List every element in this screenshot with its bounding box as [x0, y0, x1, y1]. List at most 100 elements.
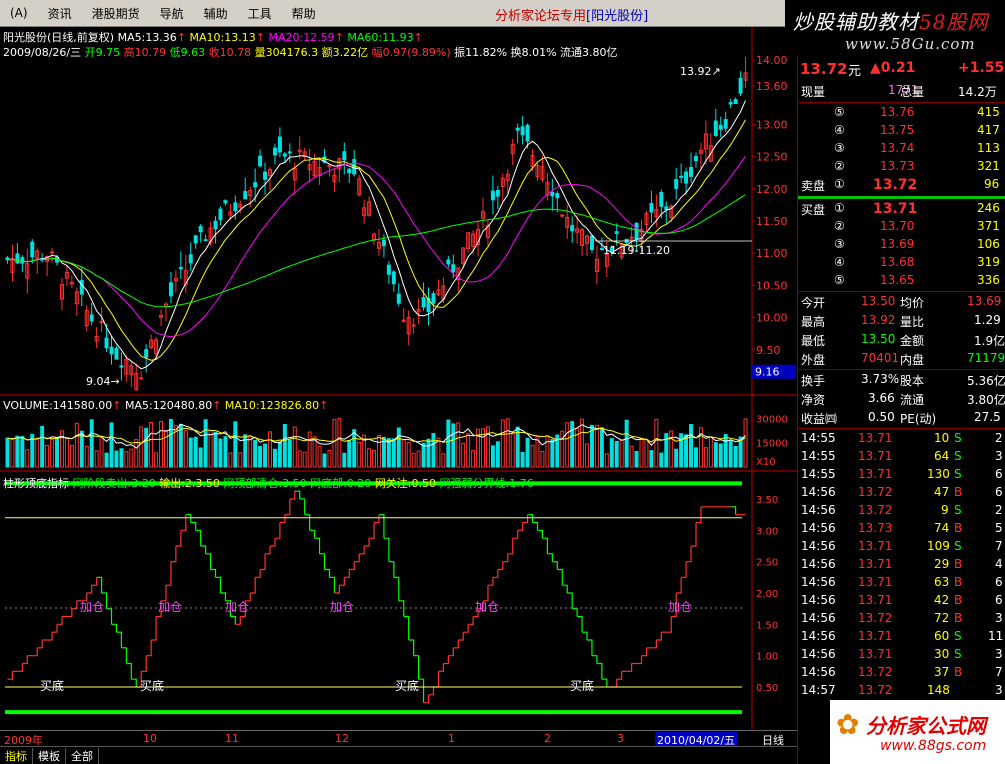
menu-item-navigation[interactable]: 导航	[150, 5, 194, 22]
indicator-tick-label: 1.50	[756, 620, 778, 631]
buy-price: 13.65	[880, 273, 915, 287]
sell-price: 13.75	[880, 123, 915, 137]
menu-item-tools[interactable]: 工具	[238, 5, 282, 22]
volume-bar	[411, 452, 416, 468]
indicator-step	[299, 498, 306, 515]
volume-bar	[619, 439, 624, 468]
volume-bar	[525, 437, 530, 468]
tick-direction: B	[954, 611, 963, 625]
volume-bar	[723, 434, 728, 468]
price-tick-label: 11.50	[756, 215, 788, 228]
menu-item-a[interactable]: (A)	[0, 6, 38, 20]
indicator-step	[141, 655, 147, 672]
kline-chart[interactable]: 14.00 13.60 13.00 12.50 12.00 11.50 11.00 10.50…	[0, 27, 797, 732]
indicator-step	[482, 585, 489, 602]
chart-canvas[interactable]: 14.00 13.60 13.00 12.50 12.00 11.50 11.00 10.50…	[0, 27, 797, 732]
indicator-step	[433, 671, 440, 688]
price-tick-label: 9.50	[756, 344, 781, 357]
volume-bar	[258, 445, 263, 468]
candle-body	[243, 190, 248, 200]
time-label: 1	[448, 732, 455, 745]
indicator-tick-label: 1.00	[756, 652, 778, 663]
indicator-step	[121, 647, 127, 664]
menu-item-news[interactable]: 资讯	[38, 5, 82, 22]
stat-value: 1.29	[974, 313, 1001, 327]
tick-price: 13.71	[858, 557, 893, 571]
time-label: 10	[143, 732, 157, 745]
volume-bar	[599, 427, 604, 468]
volume-bar	[5, 437, 10, 468]
indicator-step	[270, 538, 276, 547]
sell-volume: 321	[977, 159, 1000, 173]
volume-bar	[634, 451, 639, 468]
volume-bar	[510, 433, 515, 468]
chart-header: 阳光股份(日线,前复权) MA5:13.36↑ MA10:13.13↑ MA20…	[3, 31, 423, 44]
tick-volume: 130	[927, 467, 950, 481]
sell-level-index: ①	[834, 177, 845, 191]
stat-value: 13.69	[967, 294, 1002, 308]
candle-body	[411, 324, 416, 327]
volume-unit: X10	[756, 457, 776, 468]
volume-bar	[79, 430, 84, 468]
indicator-step	[403, 615, 410, 640]
tick-time: 14:56	[801, 503, 836, 517]
menu-item-hk-futures[interactable]: 港股期货	[82, 5, 150, 22]
stat-label: 收益㈣	[801, 412, 838, 426]
indicator-step	[388, 561, 395, 578]
volume-bar	[495, 441, 500, 468]
buy-price: 13.70	[880, 219, 915, 233]
tick-price: 13.71	[858, 593, 893, 607]
tick-time: 14:56	[801, 557, 836, 571]
low-annotation: 9.04→	[86, 375, 120, 388]
tick-direction: S	[954, 449, 962, 463]
volume-bar	[391, 438, 396, 468]
time-label: 3	[617, 732, 624, 745]
buy-volume: 371	[977, 219, 1000, 233]
tick-volume: 63	[934, 575, 950, 589]
stat-label: 净资	[801, 393, 826, 407]
indicator-step	[314, 537, 321, 554]
volume-bar	[609, 438, 614, 468]
tick-time: 14:57	[801, 683, 836, 697]
price-tick-label: 10.00	[756, 312, 788, 325]
candle-body	[664, 206, 669, 210]
last-price: 13.72	[800, 60, 848, 78]
tab-all[interactable]: 全部	[66, 747, 99, 764]
indicator-step	[517, 522, 524, 531]
tab-indicator[interactable]: 指标	[0, 747, 33, 764]
candle-body	[104, 337, 109, 349]
indicator-step	[235, 616, 241, 625]
volume-bar	[193, 436, 198, 468]
tab-template[interactable]: 模板	[33, 747, 66, 764]
candle-body	[213, 220, 218, 230]
indicator-step	[527, 514, 534, 523]
indicator-step	[284, 499, 291, 516]
candle-body	[728, 102, 733, 105]
tick-price: 13.72	[858, 665, 893, 679]
buy-label: 买盘	[801, 203, 826, 217]
volume-bar	[713, 442, 718, 468]
indicator-tick-label: 3.50	[756, 495, 778, 506]
indicator-step	[32, 647, 38, 657]
candle-body	[272, 147, 277, 156]
volume-bar	[154, 452, 159, 468]
tick-direction: B	[954, 575, 963, 589]
volume-row: 现量 1771 总量 14.2万	[798, 83, 1005, 100]
tick-row: 14:56 13.73 74 B 5	[798, 521, 1005, 538]
volume-bar	[277, 441, 282, 468]
indicator-header: 柱形顶底指标 网阶段卖出:3.20 输出:2.3.50 网顶部清仓:3.50 网…	[3, 477, 534, 490]
volume-bar	[466, 433, 471, 468]
indicator-step	[656, 632, 662, 641]
tick-volume: 64	[934, 449, 950, 463]
menu-item-help[interactable]: 帮助	[282, 5, 326, 22]
volume-bar	[238, 452, 243, 468]
volume-bar	[302, 451, 307, 468]
stat-value: 27.5	[974, 410, 1001, 424]
stat-row: 净资 3.66 流通 3.80亿	[798, 391, 1005, 408]
stat-label: 均价	[900, 296, 925, 310]
volume-bar	[69, 445, 74, 468]
candle-body	[188, 254, 193, 264]
buy-level-index: ②	[834, 219, 845, 233]
candle-body	[679, 175, 684, 178]
menu-item-assist[interactable]: 辅助	[194, 5, 238, 22]
